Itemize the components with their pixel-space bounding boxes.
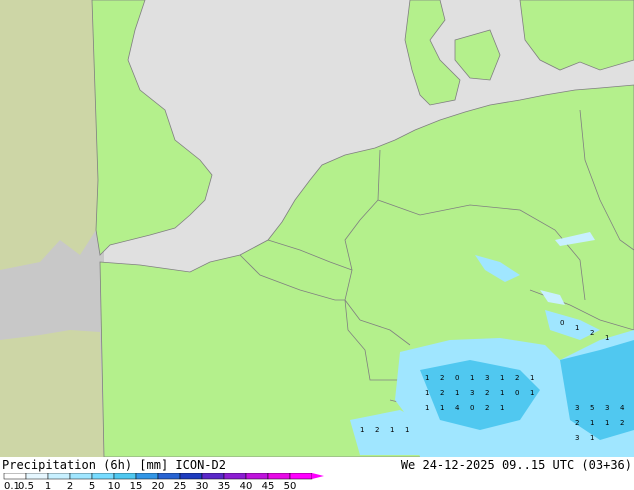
legend-tick-label: 15 (130, 481, 143, 490)
cell-value: 3 (485, 374, 489, 382)
outside-domain-land-bretagne (0, 330, 104, 457)
legend-tick-label: 1 (45, 481, 51, 490)
cell-value: 0 (470, 404, 474, 412)
legend-swatch (223, 473, 247, 480)
cell-value: 1 (425, 374, 429, 382)
cell-value: 1 (530, 374, 534, 382)
cell-value: 3 (605, 404, 609, 412)
legend-swatch (157, 473, 181, 480)
cell-value: 1 (360, 426, 364, 434)
legend-tick-label: 2 (67, 481, 73, 490)
cell-value: 2 (575, 419, 579, 427)
cell-value: 2 (620, 419, 624, 427)
outside-domain-land-uk (0, 0, 98, 270)
cell-value: 1 (605, 419, 609, 427)
legend-arrow (312, 473, 324, 479)
map-footer: Precipitation (6h) [mm] ICON-D2 We 24-12… (0, 457, 634, 490)
cell-value: 0 (455, 374, 459, 382)
legend-swatch (289, 473, 313, 480)
precipitation-map: 1 2 0 1 3 1 2 1 1 2 1 3 2 1 0 1 1 1 4 0 … (0, 0, 634, 457)
cell-value: 4 (620, 404, 625, 412)
cell-value: 1 (425, 389, 429, 397)
cell-value: 1 (405, 426, 409, 434)
legend-swatch (179, 473, 203, 480)
color-legend: 0.10.5 1 2 5 10 15 20 25 30 35 40 45 50 (3, 473, 324, 490)
cell-value: 0 (515, 389, 519, 397)
legend-tick-label: 30 (196, 481, 209, 490)
cell-value: 2 (485, 389, 489, 397)
cell-value: 2 (485, 404, 489, 412)
legend-tick-label: 10 (108, 481, 121, 490)
legend-tick-label: 35 (218, 481, 231, 490)
valid-time: We 24-12-2025 09..15 UTC (03+36) (400, 458, 632, 472)
legend-swatch (91, 473, 115, 480)
legend-swatch (25, 473, 49, 480)
legend-tick-label: 45 (262, 481, 275, 490)
legend-swatch (47, 473, 71, 480)
cell-value: 1 (500, 374, 504, 382)
cell-value: 2 (590, 329, 594, 337)
legend-swatch (69, 473, 93, 480)
legend-tick-label: 40 (240, 481, 253, 490)
cell-value: 1 (590, 434, 594, 442)
legend-swatch (267, 473, 291, 480)
cell-value: 4 (455, 404, 460, 412)
legend-swatch (113, 473, 137, 480)
cell-value: 5 (590, 404, 594, 412)
legend-tick-label: 50 (284, 481, 297, 490)
cell-value: 2 (375, 426, 379, 434)
legend-tick-label: 5 (89, 481, 95, 490)
cell-value: 3 (470, 389, 474, 397)
legend-swatch (3, 473, 27, 480)
cell-value: 1 (575, 324, 579, 332)
cell-value: 2 (440, 389, 444, 397)
cell-value: 1 (455, 389, 459, 397)
cell-value: 1 (590, 419, 594, 427)
cell-value: 1 (390, 426, 394, 434)
legend-tick-label: 0.5 (18, 481, 34, 490)
cell-value: 0 (560, 319, 564, 327)
legend-tick-label: 20 (152, 481, 165, 490)
cell-value: 2 (440, 374, 444, 382)
product-title: Precipitation (6h) [mm] ICON-D2 (2, 458, 226, 472)
legend-swatch (135, 473, 159, 480)
cell-value: 1 (500, 404, 504, 412)
cell-value: 1 (425, 404, 429, 412)
legend-tick-label: 25 (174, 481, 187, 490)
cell-value: 1 (440, 404, 444, 412)
cell-value: 1 (530, 389, 534, 397)
cell-value: 2 (515, 374, 519, 382)
legend-swatch (201, 473, 225, 480)
cell-value: 3 (575, 434, 579, 442)
cell-value: 1 (605, 334, 609, 342)
cell-value: 1 (500, 389, 504, 397)
cell-value: 3 (575, 404, 579, 412)
legend-swatch (245, 473, 269, 480)
cell-value: 1 (470, 374, 474, 382)
